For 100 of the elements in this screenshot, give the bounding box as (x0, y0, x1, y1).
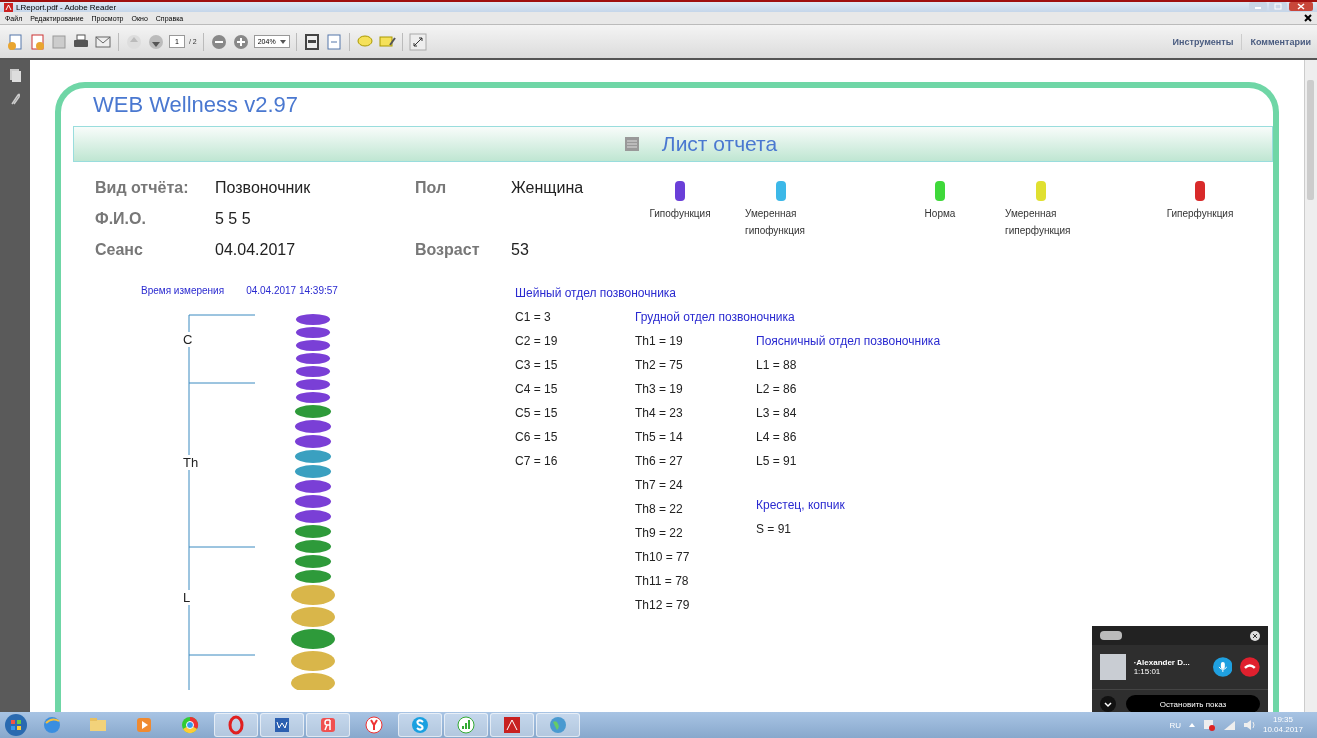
field-value: 04.04.2017 (215, 240, 296, 259)
zoom-out-icon[interactable] (209, 32, 228, 51)
pdf-icon (502, 715, 522, 735)
taskbar-button[interactable] (444, 713, 488, 737)
toolbar-link[interactable]: Комментарии (1250, 36, 1311, 47)
measurement-value: Th10 = 77 (635, 549, 691, 566)
scroll-thumb[interactable] (1307, 80, 1314, 200)
taskbar-button[interactable] (260, 713, 304, 737)
taskbar-button[interactable] (536, 713, 580, 737)
measurement-value: L2 = 86 (756, 381, 798, 398)
scrollbar[interactable] (1304, 60, 1317, 712)
field-value: 53 (511, 240, 529, 259)
measure-time: 04.04.2017 14:39:57 (246, 285, 338, 296)
measurement-value: Th6 = 27 (635, 453, 684, 470)
window-title: LReport.pdf - Adobe Reader (16, 2, 117, 12)
arrow-down-icon[interactable] (147, 32, 165, 51)
legend-label: Гиперфункция (1165, 207, 1235, 221)
browser-icon (180, 715, 200, 735)
legend-label: Умеренная гиперфункция (1005, 207, 1072, 238)
caret-up-icon[interactable] (1188, 723, 1195, 727)
taskbar-button[interactable] (490, 713, 534, 737)
legend-label: Умеренная гипофункция (745, 207, 806, 238)
measurement-value: Th3 = 19 (635, 381, 684, 398)
word-document-icon (272, 715, 292, 735)
expand-icon[interactable] (408, 32, 427, 51)
signal-icon[interactable] (1222, 720, 1235, 730)
fit-page-icon[interactable] (302, 32, 321, 51)
field-label: Вид отчёта: (95, 178, 190, 197)
field-value: 5 5 5 (215, 209, 251, 228)
section-title: Грудной отдел позвоночника (635, 309, 795, 326)
measurement-value: Th12 = 79 (635, 597, 691, 614)
letter-o-icon (226, 715, 246, 735)
field-label: Сеанс (95, 240, 144, 259)
paperclip-icon[interactable] (9, 92, 21, 106)
start-icon[interactable] (4, 713, 28, 737)
measurement-value: C7 = 16 (515, 453, 559, 470)
app-title: WEB Wellness v2.97 (92, 92, 299, 119)
field-label: Ф.И.О. (95, 209, 147, 228)
measurement-value: Th11 = 78 (635, 573, 690, 590)
measurement-value: Th9 = 22 (635, 525, 684, 542)
pages-icon[interactable] (9, 68, 21, 82)
measure-label: Время измерения (141, 285, 225, 296)
letter-y-icon (364, 715, 384, 735)
measurement-value: C4 = 15 (515, 381, 559, 398)
globe-icon (548, 715, 568, 735)
measurement-value: L3 = 84 (756, 405, 798, 422)
measurement-value: S = 91 (756, 521, 793, 538)
section-label: L (181, 590, 193, 605)
stop-sharing-button[interactable]: Остановить показ (1126, 695, 1260, 713)
measurement-value: L4 = 86 (756, 429, 798, 446)
pdf-icon (4, 2, 13, 12)
field-value: Женщина (511, 178, 584, 197)
section-title: Шейный отдел позвоночника (515, 285, 677, 302)
section-title: Крестец, копчик (756, 497, 845, 514)
measurement-value: C6 = 15 (515, 429, 559, 446)
section-label: Th (181, 455, 201, 470)
field-label: Пол (415, 178, 448, 197)
play-icon (134, 715, 154, 735)
taskbar-button[interactable] (214, 713, 258, 737)
zoom-in-icon[interactable] (231, 32, 250, 51)
clock-time: 19:35 (1272, 715, 1293, 725)
measurement-value: Th4 = 23 (635, 405, 684, 422)
field-value: Позвоночник (215, 178, 311, 197)
close-icon[interactable] (1304, 14, 1312, 22)
bar-chart-icon (456, 715, 476, 735)
taskbar-button[interactable] (398, 713, 442, 737)
caret-icon (279, 39, 286, 44)
legend-label: Гипофункция (648, 207, 712, 221)
sheet-title: Лист отчета (661, 132, 778, 156)
measurement-value: Th1 = 19 (635, 333, 684, 350)
field-label: Возраст (415, 240, 481, 259)
measurement-value: Th8 = 22 (635, 501, 684, 518)
speaker-icon[interactable] (1242, 720, 1255, 730)
call-duration: 1:15:01 (1133, 667, 1162, 676)
section-label: C (181, 332, 195, 347)
avatar-placeholder (1100, 654, 1126, 680)
measurement-value: C3 = 15 (515, 357, 559, 374)
chevron-down-icon[interactable] (1100, 696, 1116, 712)
measurement-value: L1 = 88 (756, 357, 798, 374)
create-pdf-icon[interactable] (6, 32, 24, 51)
close-icon[interactable] (1250, 630, 1260, 641)
letter-s-icon (410, 715, 430, 735)
measurement-value: Th7 = 24 (635, 477, 684, 494)
section-title: Поясничный отдел позвоночника (756, 333, 941, 350)
taskbar-button[interactable] (306, 713, 350, 737)
clock-date: 10.04.2017 (1262, 725, 1303, 735)
legend-label: Норма (923, 207, 957, 221)
toolbar-link[interactable]: Инструменты (1172, 36, 1234, 47)
document-icon (623, 136, 640, 152)
measurement-value: Th2 = 75 (635, 357, 684, 374)
measurement-value: L5 = 91 (756, 453, 798, 470)
document-icon[interactable] (28, 32, 46, 51)
hang-up-icon[interactable] (1240, 657, 1260, 677)
measurement-value: Th5 = 14 (635, 429, 684, 446)
letter-ya-icon (318, 715, 338, 735)
measurement-value: C2 = 19 (515, 333, 559, 350)
caller-name: ·Alexander D... (1133, 658, 1191, 667)
microphone-icon[interactable] (1212, 657, 1233, 677)
measurement-value: C1 = 3 (515, 309, 552, 326)
measurement-value: C5 = 15 (515, 405, 559, 422)
